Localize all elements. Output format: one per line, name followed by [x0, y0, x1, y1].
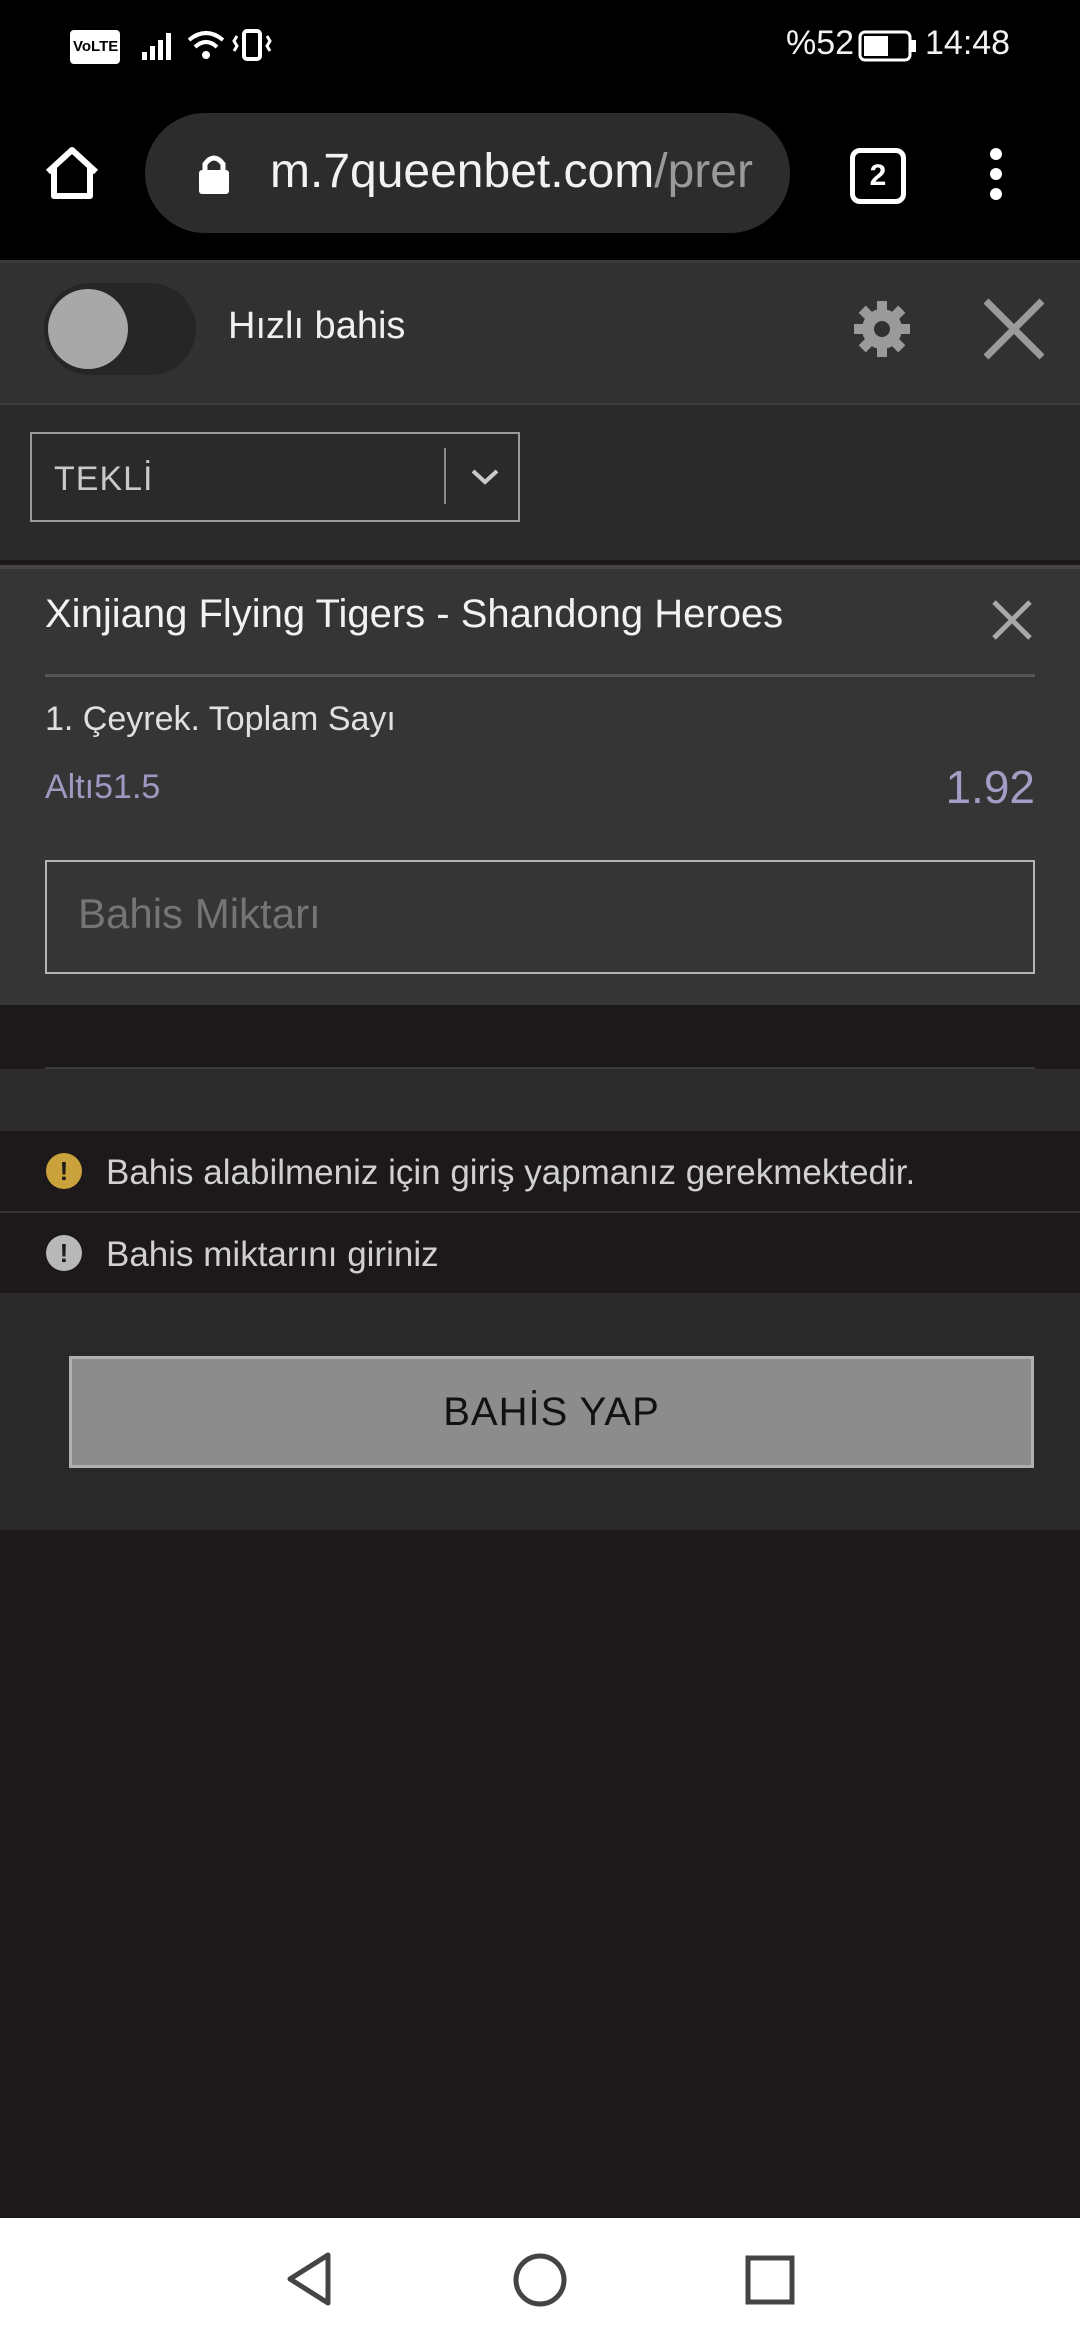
match-title: Xinjiang Flying Tigers - Shandong Heroes [45, 592, 784, 636]
tab-switcher-button[interactable]: 2 [850, 148, 906, 204]
selection-name: Altı51.5 [45, 768, 161, 806]
volte-icon: VoLTE [70, 30, 120, 64]
clock: 14:48 [925, 24, 1011, 62]
back-icon[interactable] [284, 2250, 336, 2308]
url-text[interactable]: m.7queenbet.com/prer [270, 144, 765, 199]
more-menu-icon[interactable] [984, 146, 1008, 202]
enter-stake-text: Bahis miktarını giriniz [106, 1235, 439, 1274]
spacer [0, 1005, 1080, 1067]
warning-icon: ! [46, 1153, 82, 1189]
home-icon[interactable] [42, 142, 102, 202]
remove-selection-icon[interactable] [990, 598, 1034, 642]
close-betslip-icon[interactable] [980, 295, 1048, 363]
place-bet-button[interactable]: BAHİS YAP [69, 1356, 1034, 1468]
quick-bet-label: Hızlı bahis [228, 305, 406, 347]
select-divider [444, 448, 446, 504]
stake-input[interactable] [78, 890, 978, 938]
url-path: /prer [654, 145, 753, 198]
signal-icon [142, 33, 171, 60]
battery-icon [858, 30, 916, 62]
bet-type-selected: TEKLİ [54, 460, 154, 498]
wifi-icon [187, 31, 225, 59]
card-divider [45, 674, 1035, 677]
info-icon: ! [46, 1235, 82, 1271]
lock-icon[interactable] [196, 152, 232, 196]
chevron-down-icon[interactable] [468, 466, 502, 488]
recents-icon[interactable] [744, 2254, 796, 2306]
battery-percent: %52 [786, 24, 855, 62]
login-required-text: Bahis alabilmeniz için giriş yapmanız ge… [106, 1153, 916, 1192]
spacer [0, 1069, 1080, 1131]
toggle-knob[interactable] [48, 289, 128, 369]
vibrate-icon [232, 29, 272, 61]
settings-icon[interactable] [850, 297, 914, 361]
home-nav-icon[interactable] [512, 2252, 568, 2308]
url-domain: m.7queenbet.com [270, 145, 655, 198]
odds-value: 1.92 [945, 761, 1035, 813]
market-name: 1. Çeyrek. Toplam Sayı [45, 700, 396, 738]
